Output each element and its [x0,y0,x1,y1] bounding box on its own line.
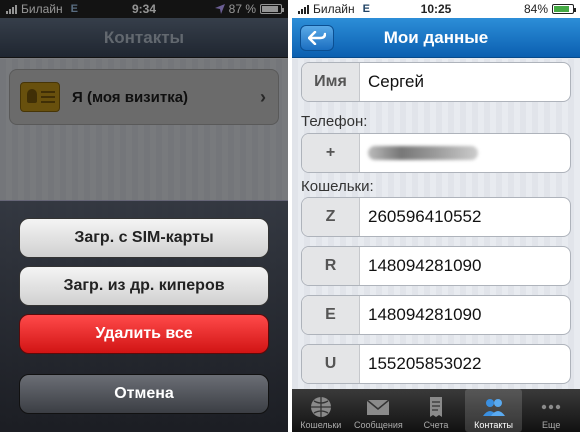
tab-more[interactable]: Еще [522,389,580,432]
more-icon [541,404,561,410]
tab-messages[interactable]: Сообщения [350,389,408,432]
cancel-button[interactable]: Отмена [19,374,269,414]
wallet-number: 148094281090 [368,256,482,275]
contacts-icon [482,399,505,416]
name-key: Имя [302,63,360,101]
tab-accounts[interactable]: Счета [407,389,465,432]
back-button[interactable] [300,25,334,51]
wallet-number: 148094281090 [368,305,482,324]
tab-contacts[interactable]: Контакты [464,389,523,432]
page-title: Мои данные [383,28,489,47]
delete-all-button[interactable]: Удалить все [19,314,269,354]
tab-label: Счета [423,420,449,430]
receipt-icon [429,397,442,417]
nav-bar: Мои данные [292,18,580,58]
phone-value-blurred [368,146,478,160]
wallet-row[interactable]: R 148094281090 [301,246,571,286]
back-arrow-icon [308,31,326,45]
load-from-other-keepers-button[interactable]: Загр. из др. киперов [19,266,269,306]
tab-label: Еще [542,420,561,430]
load-from-sim-button[interactable]: Загр. с SIM-карты [19,218,269,258]
wallet-row[interactable]: Z 260596410552 [301,197,571,237]
battery-icon [552,4,576,14]
right-screen: Билайн E 10:25 84% Мои данные Имя Сергей… [292,0,580,432]
wallet-type-key: Z [302,198,360,236]
wallet-number: 260596410552 [368,207,482,226]
wallet-row[interactable]: U 155205853022 [301,344,571,384]
name-value: Сергей [368,72,424,91]
globe-icon [310,397,331,417]
phone-key: + [302,134,360,172]
tab-label: Кошельки [300,420,342,430]
wallet-number: 155205853022 [368,354,482,373]
phone-field[interactable]: + [301,133,571,173]
wallet-type-key: E [302,296,360,334]
wallets-section-label: Кошельки: [301,178,374,195]
tab-label: Контакты [474,420,514,430]
profile-form: Имя Сергей Телефон: + Кошельки: Z 260596… [292,59,580,389]
tab-wallets[interactable]: Кошельки [292,389,350,432]
phone-section-label: Телефон: [301,113,368,130]
name-field[interactable]: Имя Сергей [301,62,571,102]
envelope-icon [366,399,390,415]
wallet-type-key: R [302,247,360,285]
left-screen: Билайн E 9:34 87 % Контакты Я (моя визит… [0,0,288,432]
action-sheet: Загр. с SIM-карты Загр. из др. киперов У… [0,200,288,432]
wallet-type-key: U [302,345,360,383]
tab-bar: Кошельки Сообщения Счета Контакты Еще [292,389,580,432]
status-bar: Билайн E 10:25 84% [292,0,580,18]
tab-label: Сообщения [353,420,403,430]
wallet-row[interactable]: E 148094281090 [301,295,571,335]
battery-percent: 84% [523,2,548,16]
